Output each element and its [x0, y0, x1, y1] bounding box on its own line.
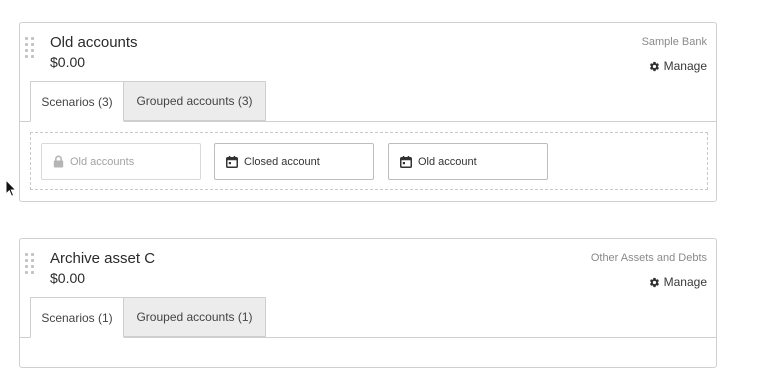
tab-grouped-accounts[interactable]: Grouped accounts (3) [123, 81, 266, 121]
gear-icon [649, 61, 660, 72]
account-card-old-accounts: Old accounts $0.00 Sample Bank Manage Sc… [19, 22, 717, 202]
account-title: Archive asset C [50, 250, 156, 267]
scenario-chip-old-account[interactable]: Old account [388, 143, 548, 180]
institution-name: Sample Bank [641, 36, 707, 48]
gear-icon [649, 277, 660, 288]
tab-scenarios[interactable]: Scenarios (1) [30, 297, 124, 338]
tab-bar: Scenarios (3) Grouped accounts (3) [20, 81, 716, 122]
calendar-icon [226, 155, 238, 168]
calendar-icon [400, 155, 412, 168]
tab-grouped-accounts[interactable]: Grouped accounts (1) [123, 297, 266, 337]
mouse-pointer-icon [5, 178, 17, 198]
scenario-drop-zone: Old accounts Closed account Old account [30, 132, 708, 190]
manage-label: Manage [663, 59, 707, 73]
manage-label: Manage [663, 275, 707, 289]
scenario-chip-closed-account[interactable]: Closed account [214, 143, 374, 180]
drag-handle-icon[interactable] [25, 253, 35, 275]
tab-bar: Scenarios (1) Grouped accounts (1) [20, 297, 716, 338]
account-amount: $0.00 [50, 54, 86, 70]
account-amount: $0.00 [50, 270, 86, 286]
scenario-label: Old accounts [70, 155, 135, 168]
lock-icon [53, 155, 64, 168]
manage-button[interactable]: Manage [649, 275, 707, 289]
scenario-label: Closed account [244, 155, 320, 168]
manage-button[interactable]: Manage [649, 59, 707, 73]
drag-handle-icon[interactable] [25, 37, 35, 59]
scenario-label: Old account [418, 155, 477, 168]
tab-scenarios[interactable]: Scenarios (3) [30, 81, 124, 122]
scenario-chip-old-accounts: Old accounts [41, 143, 201, 180]
account-title: Old accounts [50, 34, 138, 51]
institution-name: Other Assets and Debts [590, 252, 707, 264]
account-card-archive-asset-c: Archive asset C $0.00 Other Assets and D… [19, 238, 717, 368]
